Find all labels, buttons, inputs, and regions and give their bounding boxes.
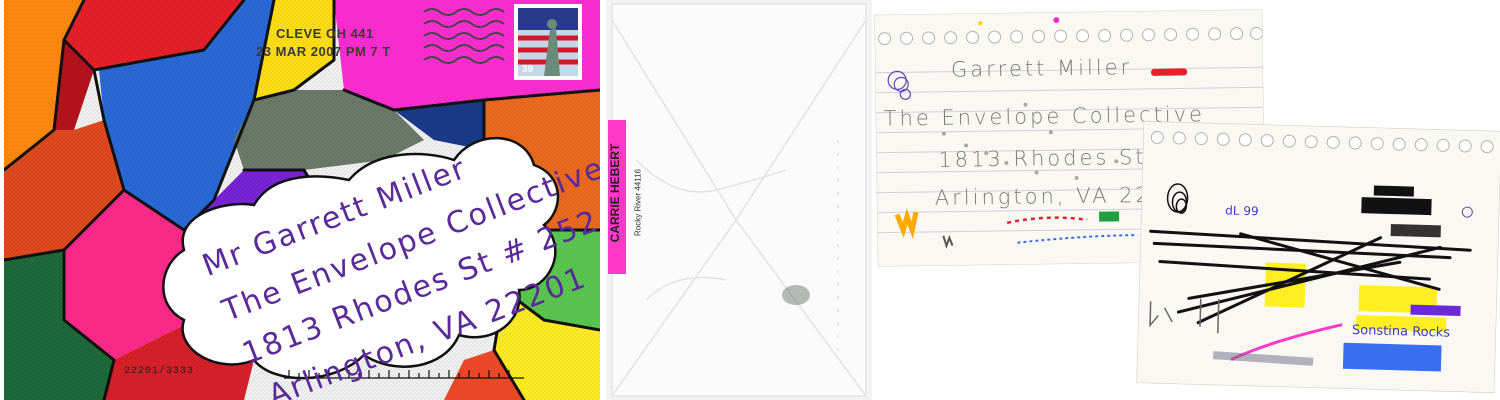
index-card-back: dL 99 Sonstina Rocks (1135, 120, 1500, 394)
stamp-denomination: 39 (522, 64, 534, 75)
postmark-city: CLEVE OH 441 (276, 26, 374, 41)
sender-city-label: Rocky River 44116 (628, 140, 650, 270)
sender-name-label: CARRIE HEBERT (608, 120, 626, 274)
card-line-1: Garrett Miller (950, 55, 1133, 82)
barcode-text: 22201/3333 (124, 366, 195, 377)
sender-name-text: CARRIE HEBERT (608, 143, 622, 243)
index-card-back-paper (1135, 120, 1500, 394)
card-note: Sonstina Rocks (1351, 322, 1451, 341)
envelope-front: CLEVE OH 441 23 MAR 2007 PM 7 T 39 Mr Ga… (4, 0, 600, 400)
postmark-date: 23 MAR 2007 PM 7 T (256, 44, 391, 59)
card-blue-marks: dL 99 (1225, 203, 1259, 219)
sender-city-text: Rocky River 44116 (633, 169, 643, 236)
